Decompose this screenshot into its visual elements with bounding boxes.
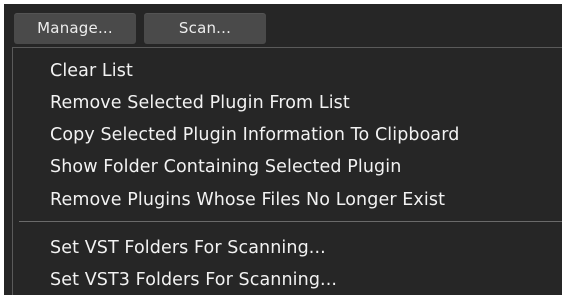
menu-item-copy-plugin-info[interactable]: Copy Selected Plugin Information To Clip… [50, 122, 459, 148]
scan-button[interactable]: Scan... [144, 13, 266, 44]
menu-item-show-folder[interactable]: Show Folder Containing Selected Plugin [50, 154, 401, 180]
menu-separator [19, 221, 562, 222]
menu-item-set-vst3-folders[interactable]: Set VST3 Folders For Scanning... [50, 267, 337, 293]
menu-item-remove-selected-plugin[interactable]: Remove Selected Plugin From List [50, 90, 350, 116]
menu-item-set-vst-folders[interactable]: Set VST Folders For Scanning... [50, 235, 326, 261]
toolbar: Manage... Scan... [4, 4, 562, 46]
menu-item-clear-list[interactable]: Clear List [50, 58, 133, 84]
menu-item-remove-missing-plugins[interactable]: Remove Plugins Whose Files No Longer Exi… [50, 187, 445, 213]
manage-dropdown-menu: Clear List Remove Selected Plugin From L… [12, 47, 562, 295]
manage-button[interactable]: Manage... [14, 13, 136, 44]
plugin-manager-window: Manage... Scan... Clear List Remove Sele… [4, 4, 562, 295]
